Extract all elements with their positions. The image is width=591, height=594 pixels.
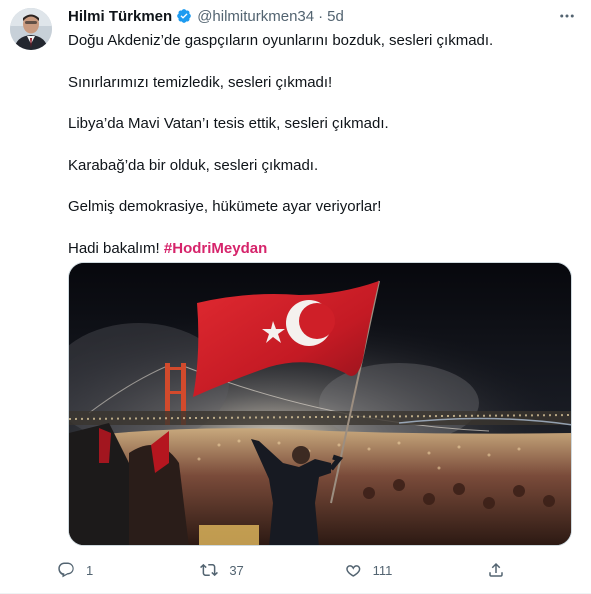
author-handle[interactable]: @hilmiturkmen34 [197, 8, 314, 25]
tweet-line: Gelmiş demokrasiye, hükümete ayar veriyo… [68, 198, 382, 215]
tweet-header: Hilmi Türkmen @hilmiturkmen34 · 5d [68, 6, 344, 26]
photo-image [69, 263, 571, 545]
tweet-actions: 1 37 111 [56, 558, 516, 582]
tweet-line: Sınırlarımızı temizledik, sesleri çıkmad… [68, 73, 333, 91]
like-button[interactable]: 111 [343, 560, 403, 580]
tweet-line: Libya’da Mavi Vatan’ı tesis ettik, sesle… [68, 115, 389, 132]
share-icon [486, 560, 506, 580]
hashtag-link[interactable]: #HodriMeydan [164, 240, 267, 257]
tweet-line-text: Hadi bakalım! [68, 239, 160, 257]
verified-badge-icon [176, 8, 192, 24]
reply-icon [56, 560, 76, 580]
tweet-line-last: Hadi bakalım! #HodriMeydan [68, 239, 573, 259]
reply-button[interactable]: 1 [56, 560, 116, 580]
like-count: 111 [372, 562, 393, 578]
header-separator: · [318, 7, 324, 25]
author-name[interactable]: Hilmi Türkmen [68, 8, 172, 25]
retweet-button[interactable]: 37 [199, 560, 259, 580]
avatar-image [10, 8, 52, 50]
retweet-icon [199, 560, 219, 580]
tweet-text: Doğu Akdeniz’de gaspçıların oyunlarını b… [68, 31, 573, 280]
avatar[interactable] [10, 8, 52, 50]
tweet-photo[interactable] [68, 262, 572, 546]
more-options-icon[interactable] [557, 6, 577, 26]
reply-count: 1 [86, 562, 94, 578]
tweet[interactable]: Hilmi Türkmen @hilmiturkmen34 · 5d Doğu … [0, 0, 591, 594]
tweet-line: Doğu Akdeniz’de gaspçıların oyunlarını b… [68, 32, 494, 49]
tweet-line: Karabağ’da bir olduk, sesleri çıkmadı. [68, 156, 319, 174]
tweet-timestamp[interactable]: 5d [327, 8, 344, 25]
heart-icon [343, 560, 363, 580]
share-button[interactable] [486, 560, 516, 580]
retweet-count: 37 [229, 562, 244, 578]
